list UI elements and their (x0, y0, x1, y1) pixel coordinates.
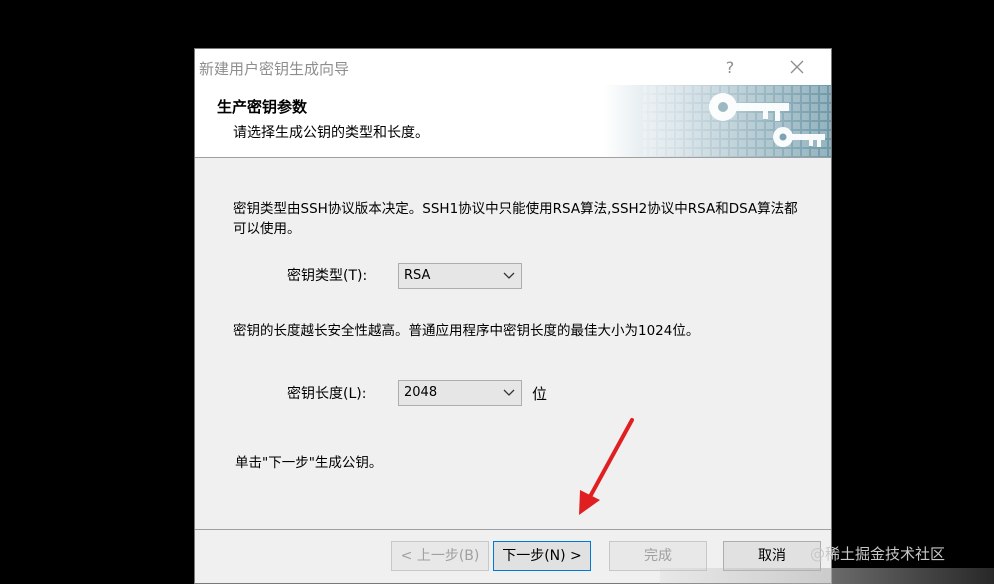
finish-button[interactable]: 完成 (609, 541, 707, 571)
red-arrow-annotation (579, 418, 634, 515)
wizard-header: 生产密钥参数 请选择生成公钥的类型和长度。 (195, 85, 831, 158)
page-title: 生产密钥参数 (217, 98, 308, 116)
keys-banner-image (603, 85, 831, 157)
key-type-value: RSA (404, 268, 431, 283)
page-subtitle: 请选择生成公钥的类型和长度。 (233, 125, 429, 141)
cancel-button[interactable]: 取消 (723, 541, 821, 571)
key-length-value: 2048 (404, 385, 438, 400)
close-icon (790, 60, 804, 74)
key-type-select[interactable]: RSA (398, 263, 522, 289)
chevron-down-icon (503, 272, 515, 279)
chevron-down-icon (503, 389, 515, 396)
button-separator (195, 529, 831, 530)
key-length-unit: 位 (532, 385, 548, 403)
key-type-description: 密钥类型由SSH协议版本决定。SSH1协议中只能使用RSA算法,SSH2协议中R… (233, 201, 798, 237)
instruction-text: 单击"下一步"生成公钥。 (235, 455, 383, 471)
window-title: 新建用户密钥生成向导 (199, 60, 350, 78)
help-button[interactable]: ? (715, 55, 745, 81)
key-type-label: 密钥类型(T): (287, 268, 368, 284)
key-wizard-dialog: 新建用户密钥生成向导 ? 生产密钥参数 请选择生成公钥的类型和长度。 密钥类型由… (194, 48, 832, 584)
title-bar[interactable]: 新建用户密钥生成向导 ? (195, 49, 831, 85)
key-length-description: 密钥的长度越长安全性越高。普通应用程序中密钥长度的最佳大小为1024位。 (233, 323, 700, 339)
back-button[interactable]: < 上一步(B) (391, 541, 489, 571)
key-length-select[interactable]: 2048 (398, 380, 522, 406)
blurred-strip (660, 568, 994, 584)
watermark: @稀土掘金技术社区 (810, 545, 946, 563)
next-button[interactable]: 下一步(N) > (493, 541, 591, 571)
key-length-label: 密钥长度(L): (287, 386, 367, 402)
close-button[interactable] (775, 53, 819, 81)
